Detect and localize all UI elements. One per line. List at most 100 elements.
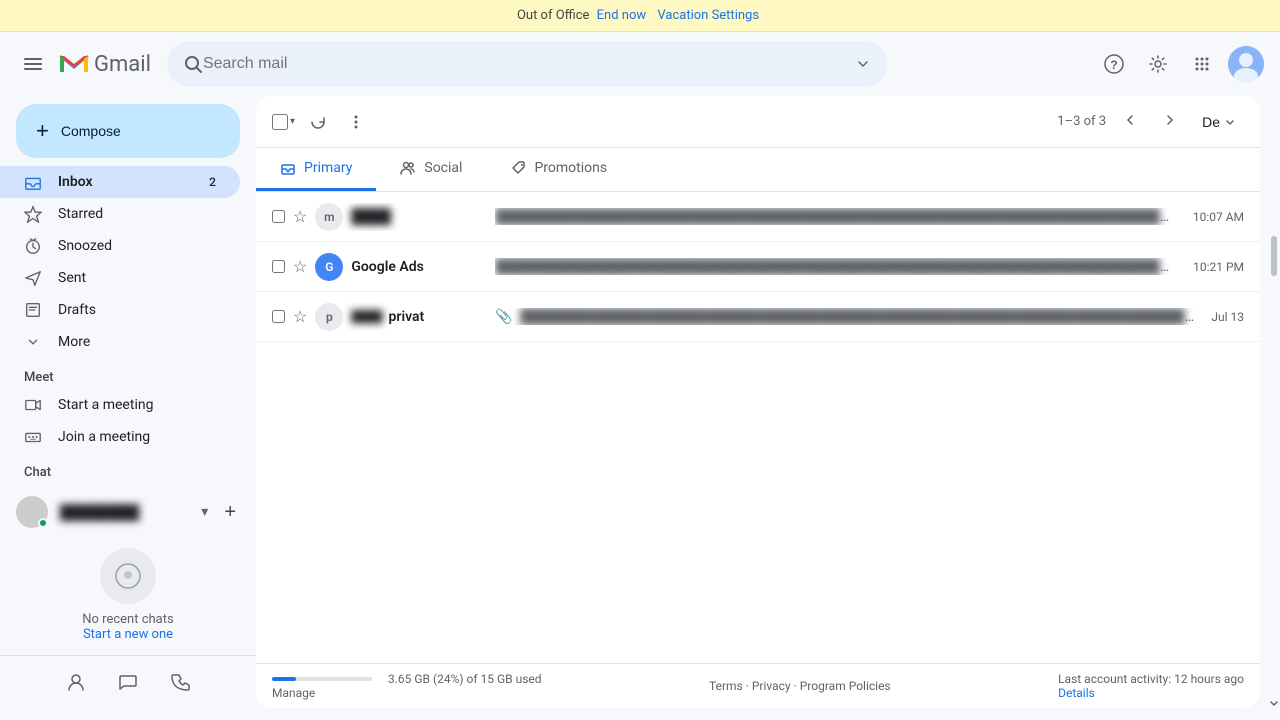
chevron-down-icon bbox=[24, 333, 42, 351]
chat-status-indicator bbox=[38, 518, 48, 528]
manage-storage-link[interactable]: Manage bbox=[272, 686, 542, 700]
email-sender-avatar-3: p bbox=[315, 303, 343, 331]
tab-primary[interactable]: Primary bbox=[256, 148, 376, 191]
out-of-office-banner: Out of Office End now Vacation Settings bbox=[0, 0, 1280, 32]
chevron-left-icon bbox=[1122, 112, 1138, 128]
settings-button[interactable] bbox=[1140, 46, 1176, 82]
select-dropdown-button[interactable]: ▾ bbox=[288, 114, 297, 129]
chat-section: ████████ ▾ + No recent bbox=[0, 484, 256, 655]
search-input[interactable] bbox=[203, 55, 847, 73]
apps-button[interactable] bbox=[1184, 46, 1220, 82]
sidebar-bottom-icons bbox=[0, 655, 256, 708]
refresh-button[interactable] bbox=[301, 105, 335, 139]
banner-text: Out of Office bbox=[517, 8, 589, 23]
avatar[interactable] bbox=[1228, 46, 1264, 82]
inbox-icon bbox=[24, 173, 42, 191]
email-checkbox-2[interactable] bbox=[272, 260, 285, 273]
person-icon bbox=[66, 672, 86, 692]
email-time-3: Jul 13 bbox=[1211, 310, 1244, 324]
email-star-3[interactable]: ☆ bbox=[293, 307, 307, 326]
tab-promotions[interactable]: Promotions bbox=[486, 148, 631, 191]
meet-section-label: Meet bbox=[0, 358, 256, 389]
sidebar-nav: + Compose Inbox 2 Sta bbox=[0, 104, 256, 655]
select-all-checkbox[interactable] bbox=[272, 114, 288, 130]
chat-icon-button[interactable] bbox=[110, 664, 146, 700]
privacy-link[interactable]: Privacy bbox=[752, 679, 791, 693]
sidebar-item-sent[interactable]: Sent bbox=[0, 262, 240, 294]
keyboard-icon bbox=[24, 428, 42, 446]
storage-bar bbox=[272, 677, 372, 681]
star-icon bbox=[24, 205, 42, 223]
email-list: ☆ m ████ ███████████████████████████████… bbox=[256, 192, 1260, 663]
chevron-down-icon bbox=[855, 56, 871, 72]
start-new-chat-link[interactable]: Start a new one bbox=[83, 627, 173, 642]
no-recent-chats: No recent chats Start a new one bbox=[0, 532, 256, 655]
attachment-icon: 📎 bbox=[495, 309, 512, 325]
footer: 3.65 GB (24%) of 15 GB used Manage Terms… bbox=[256, 663, 1260, 708]
sidebar-item-starred[interactable]: Starred bbox=[0, 198, 240, 230]
compose-button[interactable]: + Compose bbox=[16, 104, 240, 158]
email-star-1[interactable]: ☆ bbox=[293, 207, 307, 226]
sent-label: Sent bbox=[58, 270, 86, 286]
header: Gmail ? bbox=[0, 32, 1280, 96]
scrollbar-down-arrow[interactable] bbox=[1269, 696, 1279, 712]
program-policies-link[interactable]: Program Policies bbox=[800, 679, 891, 693]
refresh-icon bbox=[309, 113, 327, 131]
sidebar-item-start-meeting[interactable]: Start a meeting bbox=[0, 389, 240, 421]
footer-left: 3.65 GB (24%) of 15 GB used Manage bbox=[272, 672, 542, 700]
tab-social[interactable]: Social bbox=[376, 148, 486, 191]
terms-link[interactable]: Terms bbox=[709, 679, 743, 693]
email-checkbox-1[interactable] bbox=[272, 210, 285, 223]
next-page-button[interactable] bbox=[1154, 104, 1186, 139]
chat-user-row[interactable]: ████████ ▾ + bbox=[0, 492, 256, 532]
email-checkbox-3[interactable] bbox=[272, 310, 285, 323]
storage-info: 3.65 GB (24%) of 15 GB used Manage bbox=[272, 672, 542, 700]
sidebar-item-join-meeting[interactable]: Join a meeting bbox=[0, 421, 240, 453]
phone-icon-button[interactable] bbox=[162, 664, 198, 700]
no-chats-text: No recent chats bbox=[82, 612, 173, 627]
search-button[interactable] bbox=[183, 54, 203, 74]
toolbar-right: 1–3 of 3 De bbox=[1057, 104, 1244, 139]
chat-user-avatar bbox=[16, 496, 48, 528]
scrollbar-thumb[interactable] bbox=[1271, 236, 1277, 276]
sidebar-item-inbox[interactable]: Inbox 2 bbox=[0, 166, 240, 198]
tab-social-label: Social bbox=[424, 160, 462, 176]
hamburger-button[interactable] bbox=[16, 47, 50, 81]
send-icon bbox=[24, 269, 42, 287]
help-button[interactable]: ? bbox=[1096, 46, 1132, 82]
chat-icon bbox=[118, 672, 138, 692]
email-star-2[interactable]: ☆ bbox=[293, 257, 307, 276]
settings-label: De bbox=[1202, 114, 1220, 130]
search-filter-button[interactable] bbox=[855, 56, 871, 72]
inbox-badge: 2 bbox=[209, 175, 216, 189]
gmail-logo: Gmail bbox=[58, 52, 151, 77]
end-now-link[interactable]: End now bbox=[597, 8, 647, 23]
email-row[interactable]: ☆ G Google Ads █████████████████████████… bbox=[256, 242, 1260, 292]
join-meeting-label: Join a meeting bbox=[58, 429, 150, 445]
menu-icon bbox=[24, 55, 42, 73]
email-subject-preview-2: ████████████████████████████████████████… bbox=[495, 258, 1177, 275]
more-vertical-icon bbox=[347, 113, 365, 131]
people-icon bbox=[400, 160, 416, 176]
sidebar: + Compose Inbox 2 Sta bbox=[0, 96, 256, 716]
sidebar-item-snoozed[interactable]: Snoozed bbox=[0, 230, 240, 262]
clock-icon bbox=[24, 237, 42, 255]
more-actions-button[interactable] bbox=[339, 105, 373, 139]
footer-right: Last account activity: 12 hours ago Deta… bbox=[1058, 672, 1244, 700]
sidebar-item-drafts[interactable]: Drafts bbox=[0, 294, 240, 326]
prev-page-button[interactable] bbox=[1114, 104, 1146, 139]
dropdown-arrow-icon bbox=[1224, 116, 1236, 128]
vacation-settings-link[interactable]: Vacation Settings bbox=[657, 8, 759, 23]
density-settings-button[interactable]: De bbox=[1194, 110, 1244, 134]
gmail-logo-text: Gmail bbox=[94, 52, 151, 77]
details-link[interactable]: Details bbox=[1058, 686, 1095, 700]
chevron-down-icon bbox=[1269, 698, 1279, 708]
contacts-icon-button[interactable] bbox=[58, 664, 94, 700]
email-row[interactable]: ☆ p ████ privat 📎 ██████████████████████… bbox=[256, 292, 1260, 342]
email-row[interactable]: ☆ m ████ ███████████████████████████████… bbox=[256, 192, 1260, 242]
sidebar-item-more[interactable]: More bbox=[0, 326, 240, 358]
email-subject-preview-3: 📎 ██████████████████████████████████████… bbox=[495, 308, 1195, 325]
email-toolbar: ▾ 1–3 of 3 bbox=[256, 96, 1260, 148]
chat-add-button[interactable]: + bbox=[220, 497, 240, 528]
email-subject-preview-1: ████████████████████████████████████████… bbox=[495, 208, 1176, 225]
